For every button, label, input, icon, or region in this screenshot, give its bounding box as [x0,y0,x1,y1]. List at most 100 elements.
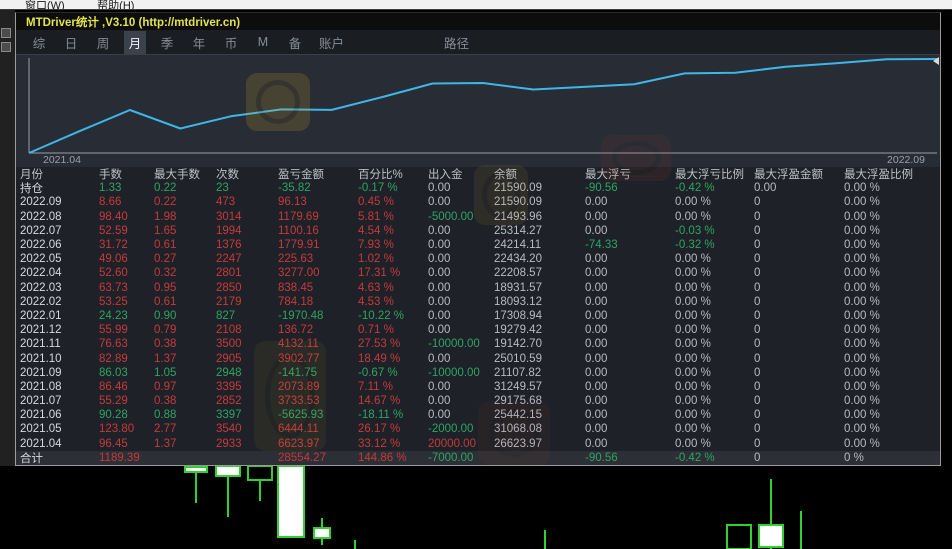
table-cell: 2021.10 [20,352,62,365]
menu-item-help[interactable]: 帮助(H) [97,0,134,9]
table-cell: 1.33 [99,182,122,195]
table-cell: 1100.16 [278,224,319,237]
candle-body [184,466,208,473]
stats-toolbar: 综日周月季年币 M 备账户 路径 [16,30,940,55]
table-cell: 1179.69 [278,210,319,223]
table-row[interactable]: 2022.09 8.66 0.22 473 96.13 0.45 % 0.00 21590.0… [16,195,940,209]
toolbar-tab-周[interactable]: 周 [92,31,114,54]
table-row[interactable]: 2021.12 55.99 0.79 2108 136.72 0.71 % 0.00 1927… [16,323,940,337]
candle-body [726,524,752,549]
stats-window-titlebar[interactable]: MTDriver统计 ,V3.10 (http://mtdriver.cn) [16,13,940,30]
table-total-row[interactable]: 合计 1189.39 28554.27 144.86 % -7000.00 -90.56 -… [16,450,940,465]
menu-item-window[interactable]: 窗口(W) [25,0,65,9]
table-cell: 0.00 % [675,196,711,209]
table-cell: 0.00 [585,352,608,365]
table-cell: 0.00 [428,239,451,252]
table-cell: 28554.27 [278,451,326,464]
table-cell: 4.54 % [358,224,394,237]
table-cell: 0.00 % [844,224,880,237]
table-cell: 7.93 % [358,239,394,252]
table-cell: 0.00 % [844,437,880,450]
table-cell: 0.00 % [844,423,880,436]
table-cell: 2073.89 [278,380,320,393]
table-row[interactable]: 2021.04 96.45 1.37 2933 6623.97 33.12 % 20000.… [16,437,940,451]
column-header: 百分比% [358,169,403,182]
chart-corner-marker [933,57,939,65]
column-header: 手数 [99,169,122,182]
toolbar-tab-综[interactable]: 综 [28,31,50,54]
table-cell: 0.00 [428,224,451,237]
table-cell: 21590.09 [494,196,542,209]
table-cell: 0.00 % [675,423,711,436]
chart-icon[interactable] [1,42,11,52]
table-cell: 123.80 [99,423,135,436]
table-cell: 136.72 [278,324,314,337]
table-header-row: 月份 手数 最大手数 次数 盈亏金额 百分比% 出入金 余额 最大浮亏 最大浮亏比例 最大浮盈金额最… [16,167,940,181]
toolbar-tab-月[interactable]: 月 [124,30,146,54]
toolbar-tab-账户[interactable]: 账户 [316,31,347,54]
x-axis-start-label: 2021.04 [43,154,81,166]
table-cell: 2247 [216,253,242,266]
table-row[interactable]: 2022.05 49.06 0.27 2247 225.63 1.02 % 0.00 2243… [16,252,940,266]
table-cell: 23 [216,182,229,195]
left-toolbar [0,10,15,466]
toolbar-tab-季[interactable]: 季 [156,31,178,54]
screen: 窗口(W) 帮助(H) MTDriver统计 ,V3.10 (http://mt… [0,0,952,549]
table-cell: 3397 [216,409,242,422]
table-cell: -0.42 % [675,451,715,464]
column-header: 最大手数 [154,169,200,182]
table-cell: 0.00 % [844,196,880,209]
table-cell: 82.89 [99,352,128,365]
table-row[interactable]: 2021.05 123.80 2.77 3540 6444.11 26.17 % -2000… [16,422,940,436]
table-cell: 18.49 % [358,352,401,365]
table-cell: 0.00 [428,281,451,294]
table-row[interactable]: 2022.06 31.72 0.61 1376 1779.91 7.93 % 0.00 242… [16,238,940,252]
table-row[interactable]: 2021.06 90.28 0.88 3397 -5625.93 -18.11 % 0.00… [16,408,940,422]
table-cell: 0.71 % [358,324,394,337]
table-row[interactable]: 2022.02 53.25 0.61 2179 784.18 4.53 % 0.00 1809… [16,295,940,309]
toolbar-tab-年[interactable]: 年 [188,31,210,54]
table-row[interactable]: 2022.07 52.59 1.65 1994 1100.16 4.54 % 0.00 253… [16,224,940,238]
table-cell: 0.38 [154,338,177,351]
table-cell: -10000.00 [428,338,480,351]
table-cell: 2021.04 [20,437,62,450]
column-header: 最大浮亏 [585,169,631,182]
table-cell: 0.00 % [675,380,711,393]
table-cell: 0 [754,210,761,223]
table-cell: 1.37 [154,437,177,450]
table-cell: 24214.11 [494,239,542,252]
table-cell: 2852 [216,395,242,408]
table-cell: 473 [216,196,236,209]
table-cell: 2022.06 [20,239,62,252]
table-cell: 2179 [216,295,242,308]
table-cell: -0.32 % [675,239,715,252]
window-menu-bar: 窗口(W) 帮助(H) [0,0,952,10]
table-row[interactable]: 2022.04 52.60 0.32 2801 3277.00 17.31 % 0.00 22… [16,266,940,280]
table-row[interactable]: 2022.01 24.23 0.90 827 -1970.48 -10.22 % 0.00 1… [16,309,940,323]
table-cell: -0.03 % [675,224,715,237]
table-cell: 25010.59 [494,352,542,365]
table-row[interactable]: 2022.03 63.73 0.95 2850 838.45 4.63 % 0.00 1893… [16,281,940,295]
toolbar-tab-币[interactable]: 币 [220,31,242,54]
table-row[interactable]: 持仓 1.33 0.22 23 -35.82 -0.17 % 0.00 21590.09 -90… [16,181,940,195]
toolbar-tab-备[interactable]: 备 [284,31,306,54]
toolbar-tab-日[interactable]: 日 [60,31,82,54]
table-cell: 2933 [216,437,242,450]
table-row[interactable]: 2021.08 86.46 0.97 3395 2073.89 7.11 % 0.00 312… [16,380,940,394]
table-cell: 0 [754,380,761,393]
table-row[interactable]: 2021.07 55.29 0.38 2852 3733.53 14.67 % 0.00 29… [16,394,940,408]
table-cell: 0.00 [585,380,608,393]
table-cell: 0.00 % [844,253,880,266]
table-cell: 2022.07 [20,224,62,237]
table-row[interactable]: 2021.09 86.03 1.05 2948 -141.75 -0.67 % -10000… [16,366,940,380]
panel-icon[interactable] [1,28,11,38]
table-row[interactable]: 2021.10 82.89 1.37 2905 3902.77 18.49 % 0.00 25… [16,351,940,365]
table-cell: 8.66 [99,196,122,209]
candle-body [313,527,331,539]
table-cell: 2948 [216,366,242,379]
table-cell: 1.05 [154,366,177,379]
table-row[interactable]: 2021.11 76.63 0.38 3500 4132.11 27.53 % -10000… [16,337,940,351]
toolbar-tab-M[interactable]: M [252,33,274,51]
table-cell: 0.00 [585,196,608,209]
table-row[interactable]: 2022.08 98.40 1.98 3014 1179.69 5.81 % -5000.0… [16,210,940,224]
